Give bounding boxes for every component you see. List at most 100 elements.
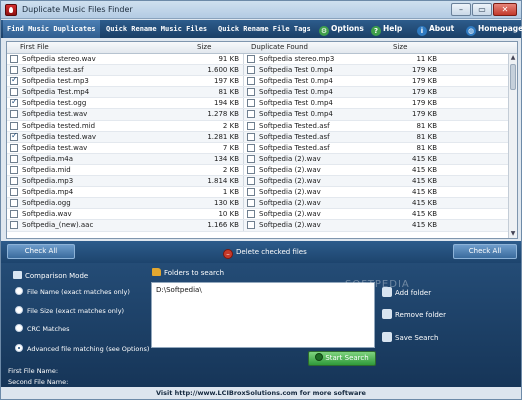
save-search-label: Save Search — [395, 334, 439, 342]
duplicate-file-cell: Softpedia (2).wav — [259, 221, 321, 230]
row-duplicate-checkbox[interactable] — [247, 66, 255, 75]
column-header-size[interactable]: Size — [197, 43, 211, 51]
radio-advanced-matching-control[interactable] — [15, 344, 23, 352]
radio-crc-matches[interactable]: CRC Matches — [15, 324, 70, 333]
delete-checked-files-button[interactable]: – Delete checked files — [223, 245, 307, 259]
row-checkbox[interactable] — [10, 143, 18, 152]
folders-list[interactable]: D:\Softpedia\ — [151, 282, 375, 348]
radio-advanced-matching[interactable]: Advanced file matching (see Options) — [15, 344, 149, 353]
table-row[interactable]: Softpedia tested.wav 1.281 KB Softpedia Te… — [7, 131, 509, 143]
row-checkbox[interactable] — [10, 97, 18, 108]
row-duplicate-checkbox[interactable] — [247, 199, 255, 208]
row-duplicate-checkbox[interactable] — [247, 143, 255, 152]
homepage-link[interactable]: ◍ Homepage — [466, 20, 522, 38]
column-header-first-file[interactable]: First File — [20, 43, 49, 51]
add-folder-label: Add folder — [395, 289, 432, 297]
table-row[interactable]: Softpedia_(new).aac 1.166 KB Softpedia (2)… — [7, 220, 509, 232]
row-checkbox[interactable] — [10, 110, 18, 119]
remove-folder-label: Remove folder — [395, 311, 446, 319]
start-search-button[interactable]: Start Search — [308, 351, 376, 366]
table-row[interactable]: Softpedia.mid 2 KB Softpedia (2).wav 415 KB — [7, 164, 509, 177]
footer-link[interactable]: Visit http://www.LCIBroxSolutions.com fo… — [1, 387, 521, 399]
duplicate-file-cell: Softpedia Test 0.mp4 — [259, 99, 333, 108]
duplicate-size-cell: 81 KB — [416, 121, 437, 130]
row-checkbox[interactable] — [10, 121, 18, 130]
row-duplicate-checkbox[interactable] — [247, 77, 255, 86]
first-file-name-label: First File Name: — [8, 367, 59, 375]
radio-file-name-control[interactable] — [15, 287, 23, 295]
row-duplicate-checkbox[interactable] — [247, 154, 255, 163]
row-duplicate-checkbox[interactable] — [247, 121, 255, 130]
tab-quick-rename-file-tags[interactable]: Quick Rename File Tags — [214, 20, 315, 38]
row-checkbox[interactable] — [10, 165, 18, 174]
maximize-button[interactable]: ▭ — [472, 3, 492, 16]
row-checkbox[interactable] — [10, 210, 18, 219]
scroll-up-icon[interactable]: ▲ — [509, 54, 517, 62]
row-checkbox[interactable] — [10, 66, 18, 75]
check-all-left-button[interactable]: Check All — [7, 244, 75, 259]
table-row[interactable]: Softpedia.wav 10 KB Softpedia (2).wav 415 K… — [7, 209, 509, 221]
row-duplicate-checkbox[interactable] — [247, 55, 255, 63]
table-header: First File Size Duplicate Found Size — [7, 42, 517, 54]
row-checkbox[interactable] — [10, 88, 18, 97]
first-size-cell: 1.166 KB — [207, 221, 239, 230]
row-duplicate-checkbox[interactable] — [247, 132, 255, 141]
row-duplicate-checkbox[interactable] — [247, 177, 255, 186]
row-duplicate-checkbox[interactable] — [247, 210, 255, 219]
first-size-cell: 1.278 KB — [207, 110, 239, 119]
row-duplicate-checkbox[interactable] — [247, 165, 255, 174]
row-duplicate-checkbox[interactable] — [247, 88, 255, 97]
tab-find-music-duplicates[interactable]: Find Music Duplicates — [3, 20, 100, 38]
save-search-button[interactable]: Save Search — [382, 332, 438, 342]
radio-crc-matches-control[interactable] — [15, 324, 23, 332]
column-separator — [243, 209, 244, 220]
scrollbar-thumb[interactable] — [510, 64, 516, 90]
row-checkbox[interactable] — [10, 177, 18, 186]
row-duplicate-checkbox[interactable] — [247, 110, 255, 119]
column-header-size-duplicate[interactable]: Size — [393, 43, 407, 51]
radio-file-name[interactable]: File Name (exact matches only) — [15, 287, 130, 296]
row-checkbox[interactable] — [10, 154, 18, 163]
radio-file-size[interactable]: File Size (exact matches only) — [15, 306, 124, 315]
duplicate-file-cell: Softpedia Test 0.mp4 — [259, 88, 333, 97]
remove-folder-button[interactable]: Remove folder — [382, 309, 446, 319]
about-link[interactable]: i About — [417, 20, 454, 38]
row-checkbox[interactable] — [10, 75, 18, 86]
row-checkbox[interactable] — [10, 221, 18, 230]
table-row[interactable]: Softpedia test.mp3 197 KB Softpedia Test 0… — [7, 75, 509, 88]
row-duplicate-checkbox[interactable] — [247, 221, 255, 230]
row-checkbox[interactable] — [10, 55, 18, 63]
duplicate-size-cell: 179 KB — [412, 99, 437, 108]
column-header-duplicate-found[interactable]: Duplicate Found — [251, 43, 308, 51]
table-row[interactable]: Softpedia.ogg 130 KB Softpedia (2).wav 415 … — [7, 198, 509, 210]
table-row[interactable]: Softpedia tested.mid 2 KB Softpedia Tested… — [7, 120, 509, 132]
close-button[interactable]: ✕ — [493, 3, 517, 16]
comparison-mode-label: Comparison Mode — [25, 272, 89, 280]
row-duplicate-checkbox[interactable] — [247, 99, 255, 108]
table-row[interactable]: Softpedia test.wav 7 KB Softpedia Tested.a… — [7, 142, 509, 154]
comparison-icon — [13, 271, 22, 279]
row-checkbox[interactable] — [10, 199, 18, 208]
first-file-cell: Softpedia_(new).aac — [22, 221, 94, 230]
radio-file-size-control[interactable] — [15, 306, 23, 314]
help-link[interactable]: ? Help — [371, 20, 402, 38]
table-row[interactable]: Softpedia test.asf 1.600 KB Softpedia Test… — [7, 65, 509, 77]
table-row[interactable]: Softpedia Test.mp4 81 KB Softpedia Test 0.… — [7, 87, 509, 99]
scroll-down-icon[interactable]: ▼ — [509, 230, 517, 238]
table-row[interactable]: Softpedia stereo.wav 91 KB Softpedia stere… — [7, 54, 509, 66]
row-checkbox[interactable] — [10, 188, 18, 197]
check-all-right-button[interactable]: Check All — [453, 244, 517, 259]
folder-list-item[interactable]: D:\Softpedia\ — [156, 286, 370, 294]
table-row[interactable]: Softpedia test.wav 1.278 KB Softpedia Test… — [7, 109, 509, 121]
table-row[interactable]: Softpedia.mp4 1 KB Softpedia (2).wav 415 KB — [7, 187, 509, 199]
row-duplicate-checkbox[interactable] — [247, 188, 255, 197]
row-checkbox[interactable] — [10, 131, 18, 141]
minimize-button[interactable]: – — [451, 3, 471, 16]
options-link[interactable]: ⚙ Options — [319, 20, 364, 38]
vertical-scrollbar[interactable]: ▲ ▼ — [508, 54, 517, 238]
tab-quick-rename-music-files[interactable]: Quick Rename Music Files — [102, 20, 211, 38]
table-row[interactable]: Softpedia test.ogg 194 KB Softpedia Test 0… — [7, 97, 509, 110]
table-row[interactable]: Softpedia.m4a 134 KB Softpedia (2).wav 415 … — [7, 153, 509, 165]
table-row[interactable]: Softpedia.mp3 1.814 KB Softpedia (2).wav 41… — [7, 176, 509, 188]
first-size-cell: 91 KB — [218, 55, 239, 63]
